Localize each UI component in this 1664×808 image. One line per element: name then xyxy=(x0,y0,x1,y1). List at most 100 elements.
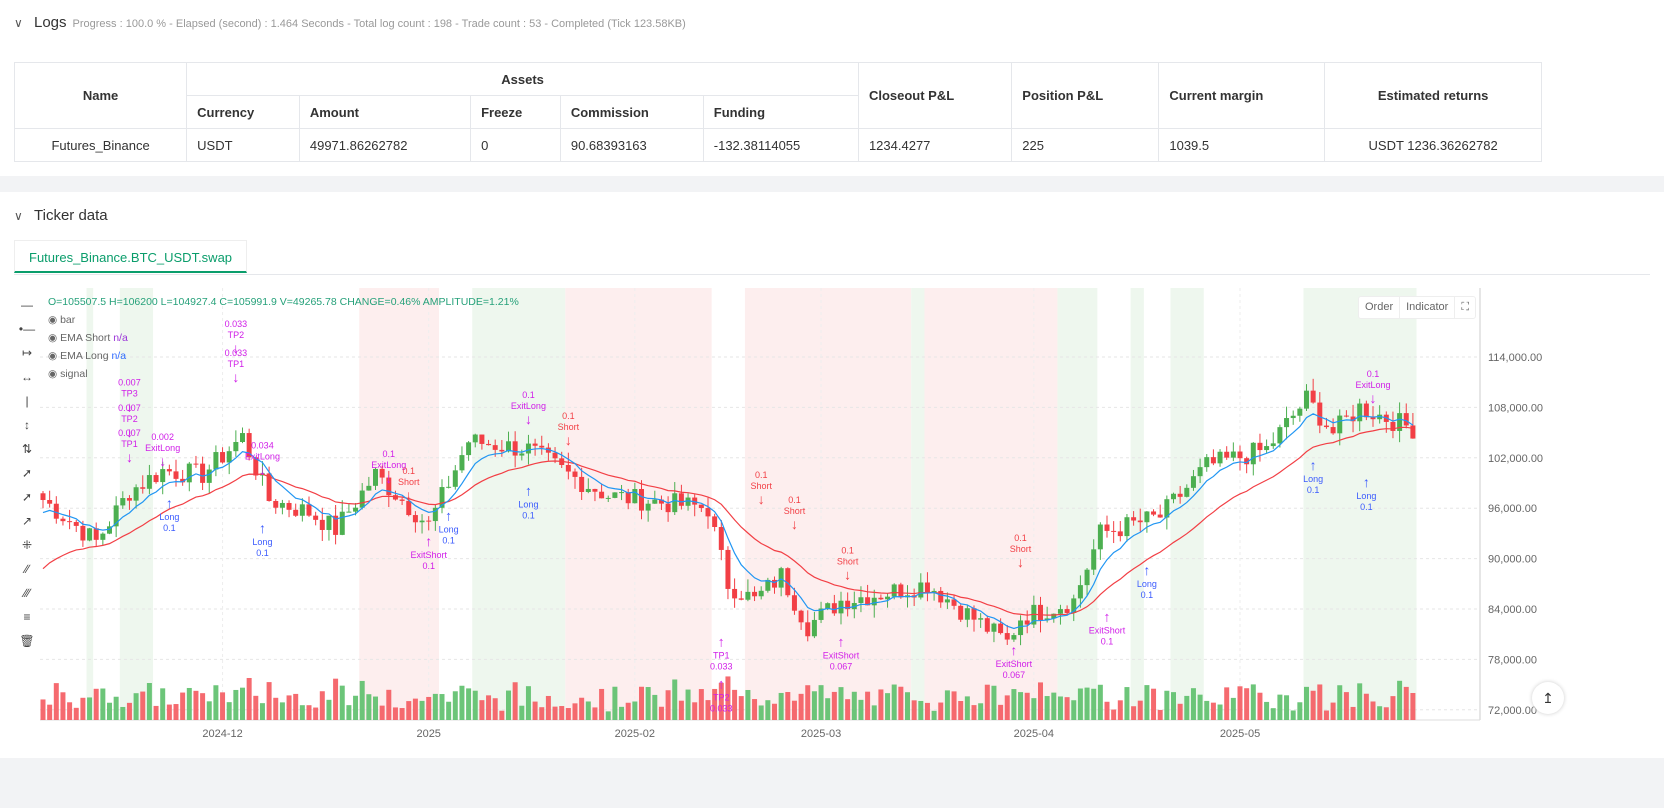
fib-retracement-tool-icon[interactable]: ≡ xyxy=(18,608,36,626)
order-button[interactable]: Order xyxy=(1359,297,1401,318)
y-tick-label: 114,000.00 xyxy=(1488,352,1542,364)
arrow-up-icon: ↑ xyxy=(1310,457,1317,473)
price-chart[interactable]: 72,000.00 78,000.00 84,000.00 90,000.00 96,0… xyxy=(0,288,1664,748)
volume-bar xyxy=(133,693,139,720)
arrow-down-icon: ↓ xyxy=(1017,554,1024,570)
volume-bar xyxy=(1157,709,1163,720)
signal-label: TP2 xyxy=(121,414,138,424)
volume-bar xyxy=(552,706,558,720)
volume-bar xyxy=(1184,695,1190,720)
volume-bar xyxy=(406,701,412,720)
volume-bar xyxy=(286,695,292,720)
volume-bar xyxy=(299,705,305,720)
parallel-channel-tool-icon[interactable]: ∕∕ xyxy=(18,560,36,578)
candle xyxy=(605,497,611,499)
candle xyxy=(1204,457,1210,468)
candle xyxy=(366,485,372,491)
ray-tool-icon[interactable]: ➚ xyxy=(18,488,36,506)
y-tick-label: 78,000.00 xyxy=(1488,654,1537,666)
candle xyxy=(519,453,525,456)
candle xyxy=(1277,427,1283,444)
legend-ema-short[interactable]: ◉ EMA Short n/a xyxy=(48,332,128,344)
price-label-tool-icon[interactable]: ⁜ xyxy=(18,536,36,554)
volume-bar xyxy=(1290,710,1296,720)
horizontal-line-tool-icon[interactable]: — xyxy=(18,296,36,314)
volume-bar xyxy=(1224,687,1230,720)
volume-bar xyxy=(1390,696,1396,720)
trend-line-tool-icon[interactable]: ➚ xyxy=(18,464,36,482)
regime-band xyxy=(1170,288,1204,720)
trade-signal: ↑Long0.1 xyxy=(159,495,179,533)
volume-bar xyxy=(1144,685,1150,720)
fullscreen-icon[interactable]: ⛶ xyxy=(1455,297,1475,318)
chart-svg[interactable]: 72,000.00 78,000.00 84,000.00 90,000.00 96,0… xyxy=(0,288,1664,748)
candle xyxy=(339,511,345,535)
fib-tool-icon[interactable]: ∕∕∕ xyxy=(18,584,36,602)
volume-bar xyxy=(1284,695,1290,720)
candle xyxy=(712,516,718,527)
candle xyxy=(599,491,605,499)
volume-bar xyxy=(798,693,804,720)
volume-bar xyxy=(1177,703,1183,720)
eye-icon[interactable]: ◉ xyxy=(48,332,57,344)
legend-bar[interactable]: ◉ bar xyxy=(48,314,75,326)
volume-bar xyxy=(160,688,166,720)
signal-label: 0.1 xyxy=(163,523,176,533)
legend-ema-long[interactable]: ◉ EMA Long n/a xyxy=(48,350,126,362)
segment-tool-icon[interactable]: ↦ xyxy=(18,344,36,362)
price-range-tool-icon[interactable]: ↔ xyxy=(18,368,36,386)
tab-btc-usdt-swap[interactable]: Futures_Binance.BTC_USDT.swap xyxy=(14,240,248,273)
arrow-tool-icon[interactable]: ↗ xyxy=(18,512,36,530)
trash-icon[interactable]: 🗑 xyxy=(18,632,36,650)
candle xyxy=(492,445,498,450)
legend-signal[interactable]: ◉ signal xyxy=(48,368,88,380)
trade-signal: ↑Long0.1 xyxy=(439,508,459,546)
volume-bar xyxy=(758,705,764,720)
signal-label: 0.002 xyxy=(151,432,174,442)
signal-label: Long xyxy=(439,525,459,535)
volume-bar xyxy=(452,691,458,720)
y-tick-label: 84,000.00 xyxy=(1488,604,1537,616)
volume-bar xyxy=(499,710,505,720)
eye-icon[interactable]: ◉ xyxy=(48,368,57,380)
chevron-down-icon[interactable]: ∨ xyxy=(14,209,28,223)
vertical-range-tool-icon[interactable]: ⇅ xyxy=(18,440,36,458)
candle xyxy=(944,599,950,603)
eye-icon[interactable]: ◉ xyxy=(48,314,57,326)
cell-currency: USDT xyxy=(186,128,300,162)
scroll-to-top-button[interactable]: ↥ xyxy=(1532,682,1564,714)
candle xyxy=(346,511,352,513)
col-currency: Currency xyxy=(186,95,300,129)
horizontal-ray-tool-icon[interactable]: •— xyxy=(18,320,36,338)
volume-bar xyxy=(492,698,498,720)
candle xyxy=(67,521,73,523)
chevron-down-icon[interactable]: ∨ xyxy=(14,16,28,30)
arrow-down-icon: ↓ xyxy=(405,487,412,503)
eye-icon[interactable]: ◉ xyxy=(48,350,57,362)
volume-bar xyxy=(1363,693,1369,720)
regime-band xyxy=(1057,288,1098,720)
indicator-button[interactable]: Indicator xyxy=(1400,297,1456,318)
regime-band xyxy=(1130,288,1144,720)
signal-label: Long xyxy=(1303,474,1323,484)
signal-label: 0.1 xyxy=(522,390,535,400)
ticker-header[interactable]: ∨ Ticker data xyxy=(14,207,108,224)
ohlc-text: O=105507.5 H=106200 L=104927.4 C=105991.… xyxy=(48,296,519,308)
logs-header[interactable]: ∨ Logs Progress : 100.0 % - Elapsed (sec… xyxy=(14,14,686,31)
cell-freeze: 0 xyxy=(470,128,561,162)
volume-bar xyxy=(1410,693,1416,720)
ohlc-readout: O=105507.5 H=106200 L=104927.4 C=105991.… xyxy=(48,296,519,308)
volume-bar xyxy=(306,705,312,720)
volume-bar xyxy=(399,708,405,720)
vertical-line-tool-icon[interactable]: | xyxy=(18,392,36,410)
trade-signal: ↓ 0.034ExitLong xyxy=(245,441,280,478)
volume-bar xyxy=(605,711,611,720)
arrow-down-icon: ↓ xyxy=(126,424,133,440)
assets-table: Name Assets Closeout P&L Position P&L Cu… xyxy=(13,62,1542,162)
volume-bar xyxy=(858,699,864,720)
volume-bar xyxy=(1104,701,1110,720)
vertical-segment-tool-icon[interactable]: ↕ xyxy=(18,416,36,434)
volume-bar xyxy=(80,697,86,720)
candle xyxy=(299,504,305,516)
candle xyxy=(499,449,505,452)
